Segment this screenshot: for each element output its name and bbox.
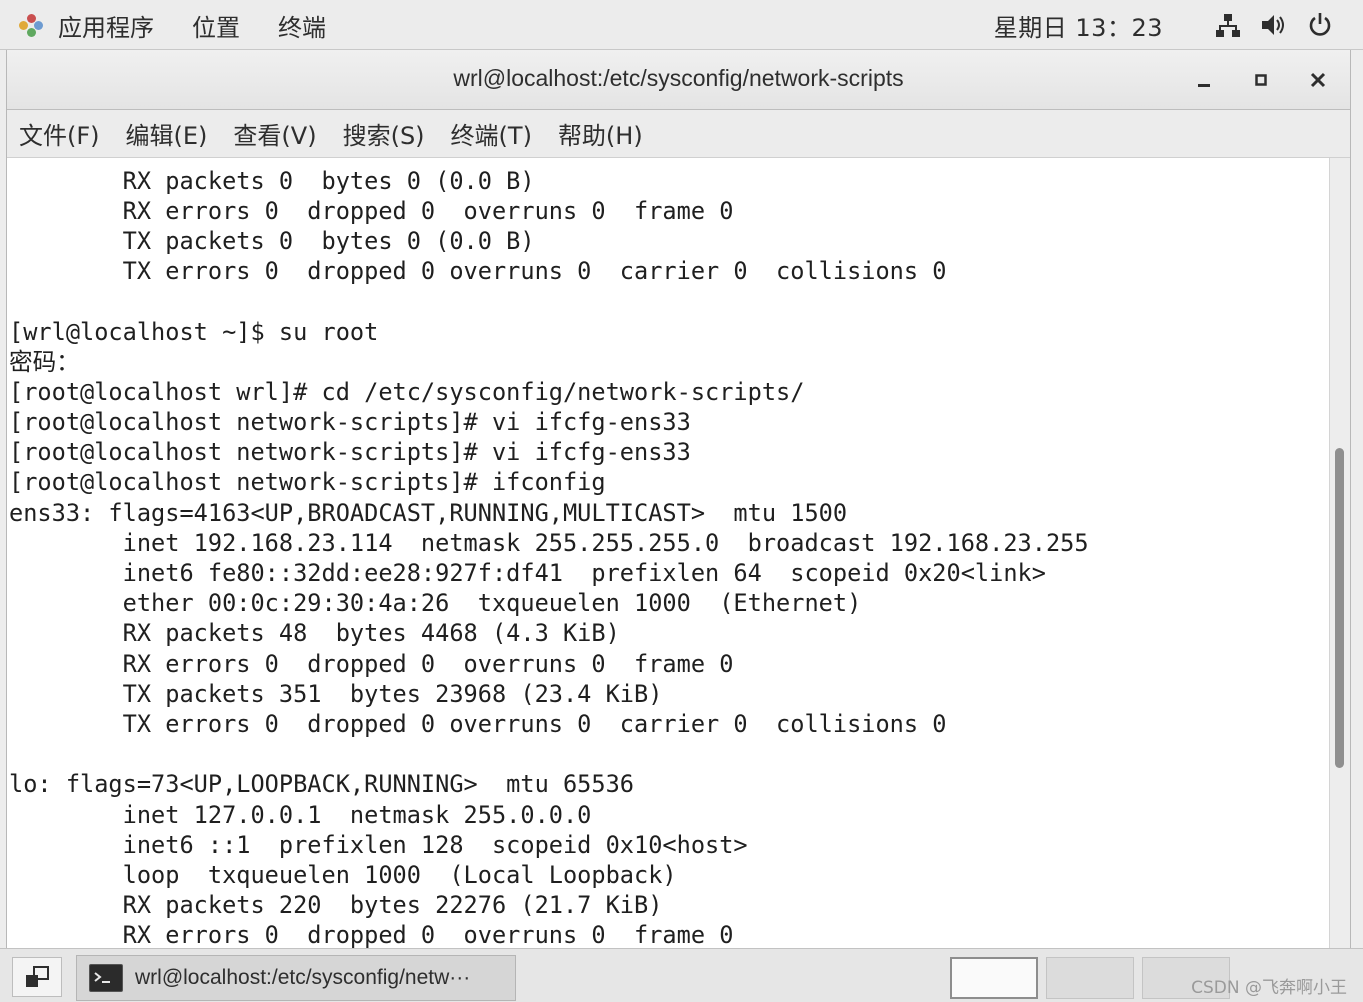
terminal-line: [root@localhost network-scripts]# ifconf… [9, 468, 606, 496]
workspace-1[interactable] [950, 957, 1038, 999]
menu-file[interactable]: 文件(F) [19, 116, 100, 151]
scrollbar-thumb[interactable] [1335, 448, 1344, 768]
terminal-line: RX packets 48 bytes 4468 (4.3 KiB) [9, 619, 620, 647]
maximize-icon[interactable] [1247, 66, 1275, 94]
terminal-line: loop txqueuelen 1000 (Local Loopback) [9, 861, 677, 889]
volume-icon[interactable] [1259, 10, 1289, 40]
terminal-scrollbar[interactable] [1329, 158, 1350, 948]
power-icon[interactable] [1305, 10, 1335, 40]
minimize-icon[interactable] [1190, 66, 1218, 94]
terminal-line: RX errors 0 dropped 0 overruns 0 frame 0 [9, 197, 734, 225]
window-titlebar[interactable]: wrl@localhost:/etc/sysconfig/network-scr… [7, 50, 1350, 110]
terminal-line: TX errors 0 dropped 0 overruns 0 carrier… [9, 710, 947, 738]
terminal-line: 密码： [9, 348, 80, 376]
terminal-line: TX packets 351 bytes 23968 (23.4 KiB) [9, 680, 663, 708]
taskbar-terminal-window[interactable]: wrl@localhost:/etc/sysconfig/netw··· [76, 955, 516, 1001]
window-title: wrl@localhost:/etc/sysconfig/network-scr… [453, 65, 904, 91]
terminal-line: [root@localhost network-scripts]# vi ifc… [9, 438, 691, 466]
terminal-line: inet6 ::1 prefixlen 128 scopeid 0x10<hos… [9, 831, 748, 859]
menu-help[interactable]: 帮助(H) [558, 116, 643, 151]
terminal-icon [89, 964, 123, 992]
workspace-2[interactable] [1046, 957, 1134, 999]
network-icon[interactable] [1213, 10, 1243, 40]
taskbar-task-label: wrl@localhost:/etc/sysconfig/netw··· [135, 966, 471, 989]
bottom-taskbar: wrl@localhost:/etc/sysconfig/netw··· CSD… [0, 948, 1363, 1002]
terminal-line: inet 127.0.0.1 netmask 255.0.0.0 [9, 801, 592, 829]
terminal-window: wrl@localhost:/etc/sysconfig/network-scr… [6, 50, 1351, 948]
terminal-line: lo: flags=73<UP,LOOPBACK,RUNNING> mtu 65… [9, 770, 635, 798]
terminal-line: [root@localhost wrl]# cd /etc/sysconfig/… [9, 378, 805, 406]
close-icon[interactable] [1304, 66, 1332, 94]
menu-view[interactable]: 查看(V) [233, 116, 316, 151]
gnome-foot-icon[interactable] [18, 12, 44, 38]
applications-menu[interactable]: 应用程序 [58, 8, 154, 43]
top-panel-status: 星期日 13：23 [994, 0, 1335, 50]
watermark: CSDN @飞奔啊小王 [1191, 978, 1347, 998]
terminal-line: [root@localhost network-scripts]# vi ifc… [9, 408, 691, 436]
clock[interactable]: 星期日 13：23 [994, 8, 1163, 43]
terminal-line: ens33: flags=4163<UP,BROADCAST,RUNNING,M… [9, 499, 848, 527]
terminal-line: inet 192.168.23.114 netmask 255.255.255.… [9, 529, 1089, 557]
menu-terminal[interactable]: 终端(T) [451, 116, 532, 151]
top-panel-menus: 应用程序 位置 终端 [18, 0, 364, 50]
terminal-line: RX packets 0 bytes 0 (0.0 B) [9, 167, 535, 195]
window-menubar: 文件(F) 编辑(E) 查看(V) 搜索(S) 终端(T) 帮助(H) [7, 110, 1350, 158]
terminal-line: RX packets 220 bytes 22276 (21.7 KiB) [9, 891, 663, 919]
terminal-line: TX packets 0 bytes 0 (0.0 B) [9, 227, 535, 255]
top-panel: 应用程序 位置 终端 星期日 13：23 [0, 0, 1363, 50]
terminal-line: ether 00:0c:29:30:4a:26 txqueuelen 1000 … [9, 589, 862, 617]
show-desktop-icon[interactable] [12, 957, 62, 997]
terminal-line: RX errors 0 dropped 0 overruns 0 frame 0 [9, 650, 734, 678]
terminal-app-menu[interactable]: 终端 [278, 8, 326, 43]
terminal-line: inet6 fe80::32dd:ee28:927f:df41 prefixle… [9, 559, 1046, 587]
terminal-output[interactable]: RX packets 0 bytes 0 (0.0 B) RX errors 0… [7, 158, 1329, 948]
terminal-line: RX errors 0 dropped 0 overruns 0 frame 0 [9, 921, 734, 948]
places-menu[interactable]: 位置 [192, 8, 240, 43]
menu-edit[interactable]: 编辑(E) [126, 116, 208, 151]
terminal-line: [wrl@localhost ~]$ su root [9, 318, 379, 346]
menu-search[interactable]: 搜索(S) [343, 116, 425, 151]
terminal-line: TX errors 0 dropped 0 overruns 0 carrier… [9, 257, 947, 285]
